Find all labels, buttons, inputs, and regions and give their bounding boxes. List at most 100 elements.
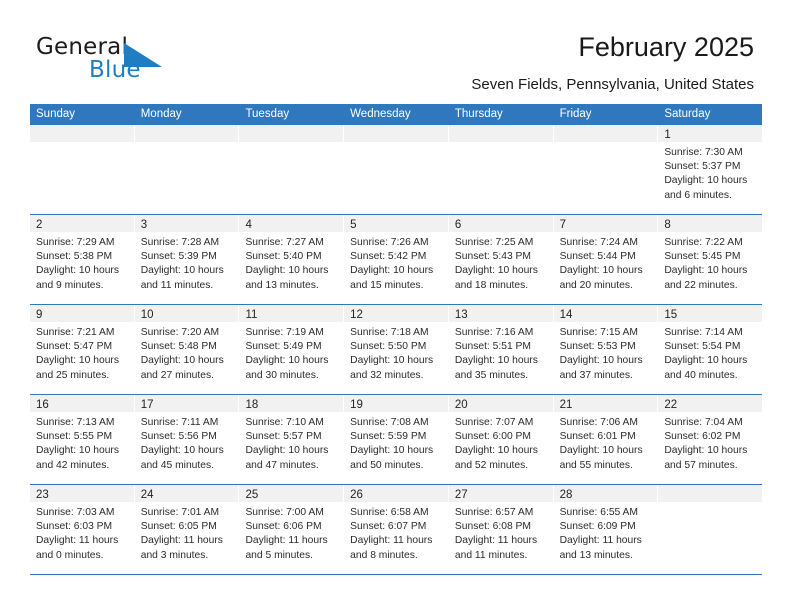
page-header: General Blue February 2025 Seven Fields,… xyxy=(0,0,792,104)
day-details: Sunrise: 7:25 AM Sunset: 5:43 PM Daylight:… xyxy=(449,232,553,293)
day-cell[interactable]: 6 Sunrise: 7:25 AM Sunset: 5:43 PM Daylight… xyxy=(448,215,554,304)
daylight-duration-line1: Daylight: 10 hours xyxy=(559,265,643,277)
daylight-duration-line1: Daylight: 10 hours xyxy=(454,355,538,367)
day-number: 20 xyxy=(454,399,468,411)
day-cell[interactable]: 27 Sunrise: 6:57 AM Sunset: 6:08 PM Dayligh… xyxy=(448,485,554,574)
sunset-time: Sunset: 5:50 PM xyxy=(350,341,427,353)
day-cell[interactable]: 15 Sunrise: 7:14 AM Sunset: 5:54 PM Dayligh… xyxy=(658,305,763,394)
day-number: 22 xyxy=(664,399,678,411)
daylight-duration-line1: Daylight: 10 hours xyxy=(140,445,224,457)
day-cell-empty xyxy=(134,125,240,214)
day-cell[interactable]: 23 Sunrise: 7:03 AM Sunset: 6:03 PM Dayligh… xyxy=(30,485,135,574)
daylight-duration-line2: and 9 minutes. xyxy=(36,279,104,291)
day-number-band: 22 xyxy=(658,395,763,412)
location-subtitle: Seven Fields, Pennsylvania, United State… xyxy=(471,76,754,93)
day-cell-empty xyxy=(448,125,554,214)
day-number-band xyxy=(239,125,344,142)
sunset-time: Sunset: 6:03 PM xyxy=(36,521,113,533)
daylight-duration-line1: Daylight: 11 hours xyxy=(350,535,433,547)
day-number: 8 xyxy=(664,219,671,231)
weekday-header-row: Sunday Monday Tuesday Wednesday Thursday… xyxy=(30,104,762,125)
sunset-time: Sunset: 5:38 PM xyxy=(36,251,113,263)
day-cell[interactable]: 20 Sunrise: 7:07 AM Sunset: 6:00 PM Dayligh… xyxy=(448,395,554,484)
daylight-duration-line1: Daylight: 10 hours xyxy=(664,445,748,457)
day-cell[interactable]: 2 Sunrise: 7:29 AM Sunset: 5:38 PM Daylight… xyxy=(30,215,135,304)
sunrise-time: Sunrise: 7:24 AM xyxy=(559,237,639,248)
day-cell[interactable]: 14 Sunrise: 7:15 AM Sunset: 5:53 PM Dayligh… xyxy=(553,305,659,394)
day-cell[interactable]: 8 Sunrise: 7:22 AM Sunset: 5:45 PM Daylight… xyxy=(658,215,763,304)
daylight-duration-line1: Daylight: 11 hours xyxy=(559,535,642,547)
day-cell[interactable]: 13 Sunrise: 7:16 AM Sunset: 5:51 PM Dayligh… xyxy=(448,305,554,394)
day-cell[interactable]: 3 Sunrise: 7:28 AM Sunset: 5:39 PM Daylight… xyxy=(134,215,240,304)
day-number-band: 27 xyxy=(448,485,553,502)
sunrise-time: Sunrise: 7:16 AM xyxy=(454,327,534,338)
daylight-duration-line2: and 15 minutes. xyxy=(350,279,424,291)
day-details: Sunrise: 7:30 AM Sunset: 5:37 PM Daylight:… xyxy=(658,142,762,203)
day-cell[interactable]: 5 Sunrise: 7:26 AM Sunset: 5:42 PM Daylight… xyxy=(344,215,449,304)
day-details: Sunrise: 7:08 AM Sunset: 5:59 PM Daylight:… xyxy=(344,412,448,473)
day-details: Sunrise: 7:01 AM Sunset: 6:05 PM Daylight:… xyxy=(135,502,239,563)
daylight-duration-line1: Daylight: 10 hours xyxy=(559,355,643,367)
sunset-time: Sunset: 5:53 PM xyxy=(559,341,636,353)
day-details: Sunrise: 7:04 AM Sunset: 6:02 PM Daylight:… xyxy=(658,412,762,473)
day-cell[interactable]: 19 Sunrise: 7:08 AM Sunset: 5:59 PM Dayligh… xyxy=(344,395,449,484)
sunrise-time: Sunrise: 7:27 AM xyxy=(245,237,324,248)
day-cell[interactable]: 4 Sunrise: 7:27 AM Sunset: 5:40 PM Daylight… xyxy=(239,215,345,304)
sunset-time: Sunset: 5:43 PM xyxy=(454,251,532,263)
day-details: Sunrise: 7:18 AM Sunset: 5:50 PM Daylight:… xyxy=(344,322,448,383)
sunset-time: Sunset: 5:37 PM xyxy=(664,161,741,173)
sunrise-time: Sunrise: 7:29 AM xyxy=(36,237,115,248)
day-cell[interactable]: 1 Sunrise: 7:30 AM Sunset: 5:37 PM Daylight… xyxy=(658,125,763,214)
daylight-duration-line2: and 20 minutes. xyxy=(559,279,633,291)
day-number-band: 26 xyxy=(344,485,448,502)
sunrise-time: Sunrise: 7:15 AM xyxy=(559,327,639,338)
sunrise-time: Sunrise: 7:10 AM xyxy=(245,417,324,428)
daylight-duration-line1: Daylight: 10 hours xyxy=(664,265,748,277)
daylight-duration-line1: Daylight: 10 hours xyxy=(140,355,224,367)
day-number: 11 xyxy=(245,309,258,321)
day-cell[interactable]: 25 Sunrise: 7:00 AM Sunset: 6:06 PM Dayligh… xyxy=(239,485,345,574)
day-cell[interactable]: 16 Sunrise: 7:13 AM Sunset: 5:55 PM Dayligh… xyxy=(30,395,135,484)
day-details: Sunrise: 7:15 AM Sunset: 5:53 PM Daylight:… xyxy=(554,322,658,383)
day-number: 18 xyxy=(245,399,259,411)
day-details: Sunrise: 7:11 AM Sunset: 5:56 PM Daylight:… xyxy=(135,412,239,473)
day-number: 17 xyxy=(140,399,154,411)
sunrise-time: Sunrise: 7:30 AM xyxy=(664,147,743,158)
day-cell-empty xyxy=(30,125,135,214)
day-cell[interactable]: 17 Sunrise: 7:11 AM Sunset: 5:56 PM Dayligh… xyxy=(134,395,240,484)
sunset-time: Sunset: 6:01 PM xyxy=(559,431,636,443)
day-cell[interactable]: 10 Sunrise: 7:20 AM Sunset: 5:48 PM Dayligh… xyxy=(134,305,240,394)
daylight-duration-line2: and 13 minutes. xyxy=(245,279,319,291)
day-cell[interactable]: 11 Sunrise: 7:19 AM Sunset: 5:49 PM Dayligh… xyxy=(239,305,345,394)
day-cell[interactable]: 28 Sunrise: 6:55 AM Sunset: 6:09 PM Dayligh… xyxy=(553,485,659,574)
day-cell[interactable]: 7 Sunrise: 7:24 AM Sunset: 5:44 PM Daylight… xyxy=(553,215,659,304)
general-blue-logo[interactable]: General Blue xyxy=(36,34,226,90)
day-cell[interactable]: 9 Sunrise: 7:21 AM Sunset: 5:47 PM Daylight… xyxy=(30,305,135,394)
day-cell[interactable]: 24 Sunrise: 7:01 AM Sunset: 6:05 PM Dayligh… xyxy=(134,485,240,574)
day-cell-empty xyxy=(553,125,659,214)
sunrise-time: Sunrise: 7:14 AM xyxy=(664,327,743,338)
day-number-band xyxy=(134,125,239,142)
daylight-duration-line1: Daylight: 10 hours xyxy=(559,445,643,457)
daylight-duration-line1: Daylight: 10 hours xyxy=(350,355,434,367)
day-cell[interactable]: 18 Sunrise: 7:10 AM Sunset: 5:57 PM Dayligh… xyxy=(239,395,345,484)
sunset-time: Sunset: 5:48 PM xyxy=(140,341,217,353)
day-number-band: 4 xyxy=(239,215,344,232)
sunset-time: Sunset: 5:42 PM xyxy=(350,251,427,263)
page-title: February 2025 xyxy=(578,32,754,62)
day-cell[interactable]: 12 Sunrise: 7:18 AM Sunset: 5:50 PM Dayligh… xyxy=(344,305,449,394)
sunset-time: Sunset: 5:51 PM xyxy=(454,341,532,353)
day-cell[interactable]: 21 Sunrise: 7:06 AM Sunset: 6:01 PM Dayligh… xyxy=(553,395,659,484)
daylight-duration-line1: Daylight: 10 hours xyxy=(36,355,119,367)
sunset-time: Sunset: 6:06 PM xyxy=(245,521,322,533)
day-number-band: 12 xyxy=(344,305,448,322)
day-cell[interactable]: 22 Sunrise: 7:04 AM Sunset: 6:02 PM Dayligh… xyxy=(658,395,763,484)
daylight-duration-line2: and 0 minutes. xyxy=(36,549,104,561)
day-number: 16 xyxy=(36,399,49,411)
day-cell-empty xyxy=(658,485,763,574)
day-cell[interactable]: 26 Sunrise: 6:58 AM Sunset: 6:07 PM Dayligh… xyxy=(344,485,449,574)
sunset-time: Sunset: 5:57 PM xyxy=(245,431,322,443)
day-number: 25 xyxy=(245,489,259,501)
daylight-duration-line1: Daylight: 10 hours xyxy=(245,355,329,367)
day-number-band: 5 xyxy=(344,215,448,232)
